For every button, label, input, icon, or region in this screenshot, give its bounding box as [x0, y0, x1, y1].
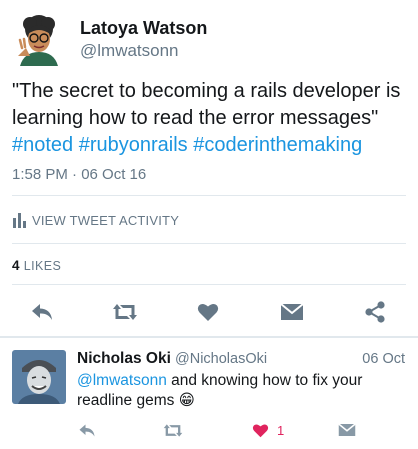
- heart-icon: [197, 303, 219, 321]
- likes-summary[interactable]: 4 LIKES: [12, 258, 61, 273]
- reply-retweet-button[interactable]: [162, 419, 184, 441]
- tweet-text: "The secret to becoming a rails develope…: [12, 78, 408, 159]
- reply-icon: [79, 424, 95, 436]
- hashtag-noted[interactable]: #noted: [12, 134, 73, 156]
- bar-chart-icon: [13, 213, 26, 228]
- reply-like-count: 1: [277, 422, 285, 438]
- reply-reply-button[interactable]: [78, 419, 96, 441]
- envelope-icon: [338, 423, 356, 436]
- divider: [12, 284, 406, 285]
- retweet-button[interactable]: [110, 297, 140, 327]
- retweet-icon: [113, 304, 137, 320]
- reply-avatar-photo: [12, 350, 66, 404]
- divider: [12, 195, 406, 196]
- reply-actions: 1: [0, 419, 418, 441]
- reply-dm-button[interactable]: [338, 419, 356, 441]
- reply-button[interactable]: [27, 297, 57, 327]
- author-name[interactable]: Latoya Watson: [80, 18, 207, 39]
- tweet-header: Latoya Watson @lmwatsonn: [12, 10, 406, 66]
- avatar-illustration: [12, 12, 66, 66]
- author-handle[interactable]: @lmwatsonn: [80, 41, 179, 61]
- reply-author-name[interactable]: Nicholas Oki: [77, 350, 171, 368]
- share-icon: [365, 301, 385, 323]
- reply-avatar[interactable]: [12, 350, 66, 404]
- tweet-actions: [0, 297, 418, 327]
- reply-icon: [32, 304, 52, 320]
- section-divider: [0, 336, 418, 338]
- tweet-timestamp: 1:58 PM · 06 Oct 16: [12, 166, 147, 183]
- dm-button[interactable]: [277, 297, 307, 327]
- reply-text: @lmwatsonn and knowing how to fix your r…: [77, 371, 407, 411]
- hashtag-coderinthemaking[interactable]: #coderinthemaking: [193, 134, 362, 156]
- divider: [12, 243, 406, 244]
- like-button[interactable]: [193, 297, 223, 327]
- reply-author-handle[interactable]: @NicholasOki: [175, 351, 267, 367]
- activity-label: VIEW TWEET ACTIVITY: [32, 212, 180, 228]
- heart-icon: [252, 423, 269, 437]
- reply-tweet[interactable]: Nicholas Oki @NicholasOki 06 Oct @lmwats…: [0, 347, 418, 447]
- reply-date: 06 Oct: [362, 351, 405, 367]
- likes-label: LIKES: [23, 259, 62, 273]
- view-tweet-activity[interactable]: VIEW TWEET ACTIVITY: [12, 209, 179, 231]
- tweet-body: "The secret to becoming a rails develope…: [12, 80, 401, 129]
- envelope-icon: [280, 303, 304, 320]
- hashtag-rubyonrails[interactable]: #rubyonrails: [79, 134, 188, 156]
- reply-mention[interactable]: @lmwatsonn: [77, 372, 167, 389]
- retweet-icon: [163, 423, 183, 437]
- share-button[interactable]: [360, 297, 390, 327]
- avatar[interactable]: [12, 12, 66, 66]
- reply-like-button[interactable]: 1: [252, 419, 284, 441]
- likes-count: 4: [12, 258, 20, 273]
- grinning-emoji: 😁: [178, 392, 195, 409]
